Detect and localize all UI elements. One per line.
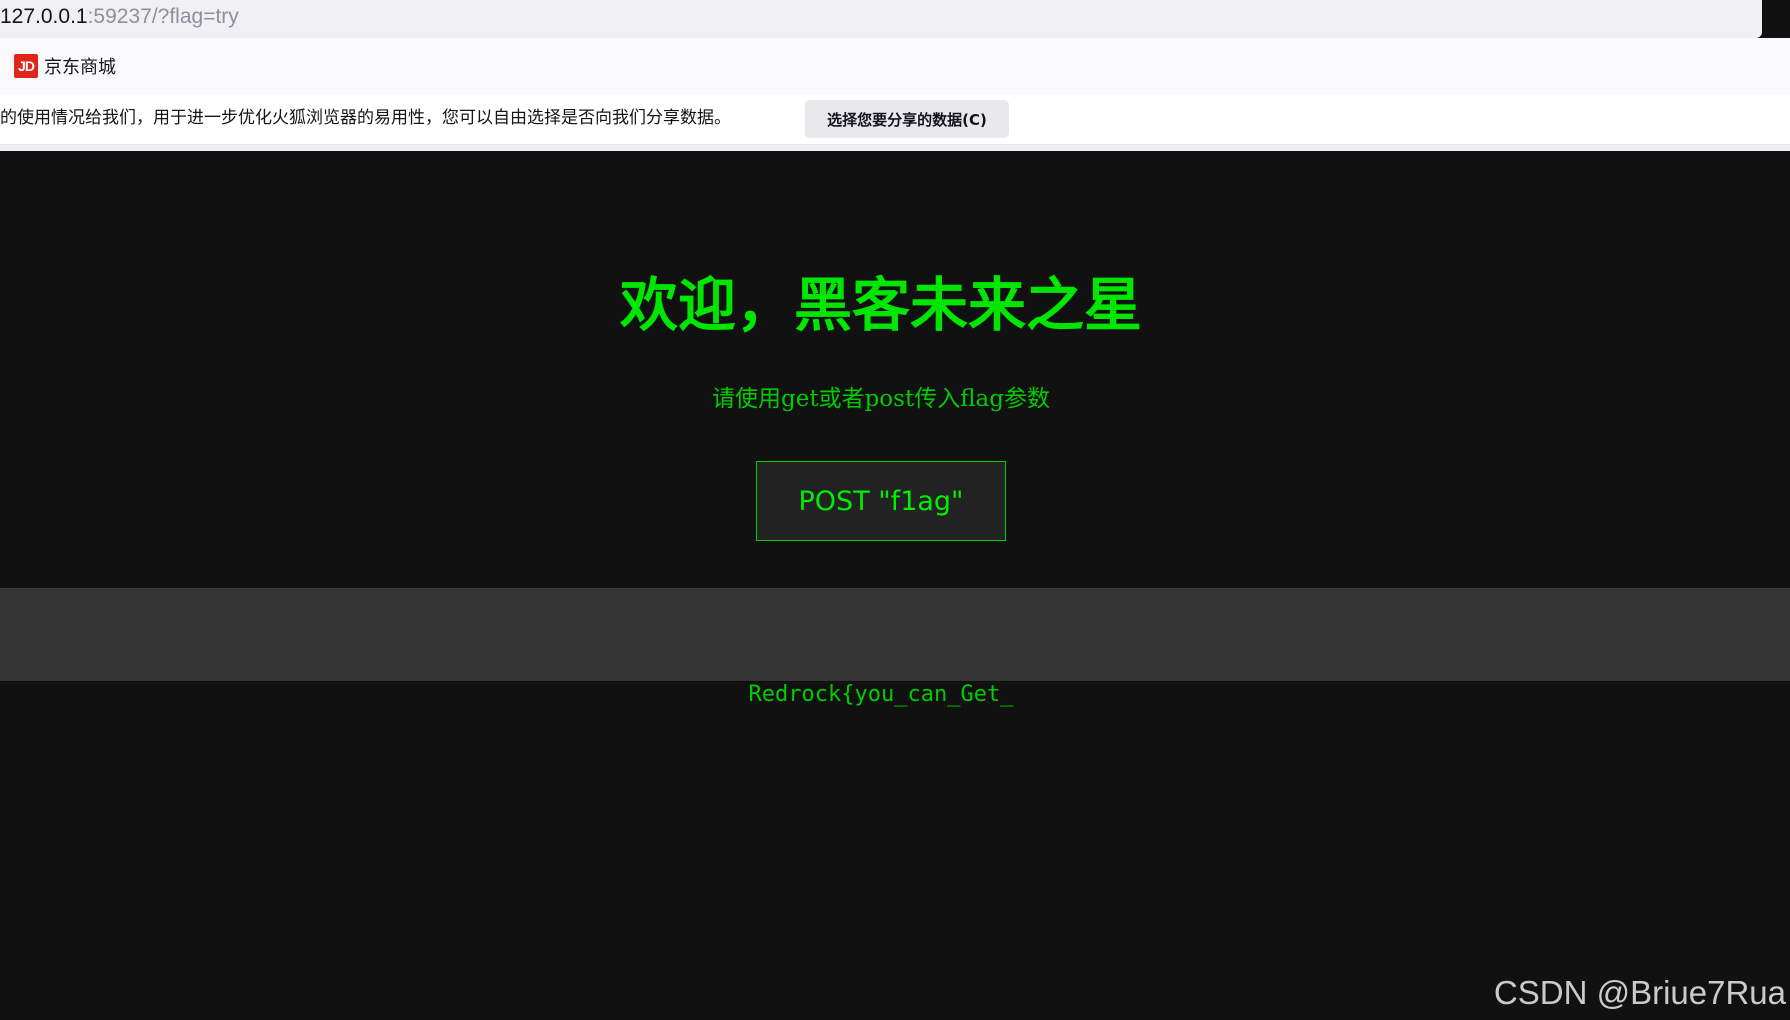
jd-logo-icon: JD	[14, 54, 38, 78]
bookmarks-toolbar: JD 京东商城	[0, 38, 1790, 94]
browser-window: 127.0.0.1:59237/?flag=try JD 京东商城 的使用情况给…	[0, 0, 1790, 1020]
data-sharing-notification-bar: 的使用情况给我们，用于进一步优化火狐浏览器的易用性，您可以自由选择是否向我们分享…	[0, 94, 1790, 145]
url-text[interactable]: 127.0.0.1:59237/?flag=try	[0, 3, 239, 31]
url-path: :59237/?flag=try	[87, 5, 239, 28]
page-content: 欢迎，黑客未来之星 请使用get或者post传入flag参数 POST "f1a…	[0, 151, 1790, 1020]
notification-text: 的使用情况给我们，用于进一步优化火狐浏览器的易用性，您可以自由选择是否向我们分享…	[0, 108, 731, 128]
page-title: 欢迎，黑客未来之星	[619, 271, 1142, 339]
output-box	[0, 588, 1790, 681]
address-bar[interactable]: 127.0.0.1:59237/?flag=try	[0, 0, 1762, 38]
post-flag-button[interactable]: POST "f1ag"	[756, 461, 1006, 541]
page-subtitle: 请使用get或者post传入flag参数	[712, 386, 1050, 412]
bookmark-label: 京东商城	[44, 57, 116, 78]
choose-data-button[interactable]: 选择您要分享的数据(C)	[805, 100, 1009, 138]
bookmark-jd[interactable]: JD 京东商城	[14, 52, 116, 80]
flag-output-text: Redrock{you_can_Get_	[748, 682, 1014, 707]
url-host: 127.0.0.1	[0, 5, 88, 28]
csdn-watermark: CSDN @Briue7Rua	[1493, 974, 1786, 1011]
